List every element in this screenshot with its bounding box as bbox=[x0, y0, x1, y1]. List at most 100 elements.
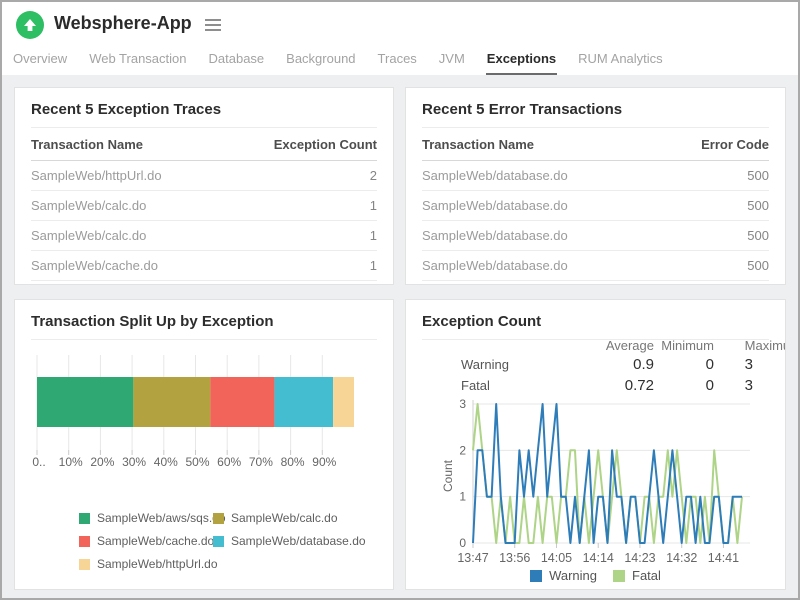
tab-web-transaction[interactable]: Web Transaction bbox=[88, 49, 187, 76]
legend-item-sampleweb-cache-do[interactable]: SampleWeb/cache.do bbox=[79, 534, 213, 548]
legend-swatch bbox=[213, 513, 224, 524]
table-row: SampleWeb/httpUrl.do 2 bbox=[31, 161, 377, 191]
y-axis-title: Count bbox=[441, 459, 455, 492]
hamburger-menu-icon[interactable] bbox=[205, 19, 221, 21]
line-y-tick-label: 2 bbox=[459, 443, 466, 457]
legend-label: SampleWeb/database.do bbox=[231, 534, 366, 548]
bar-x-tick-label: 80% bbox=[281, 455, 305, 469]
app-status-up-icon bbox=[16, 11, 44, 39]
stats-average-value: 0.72 bbox=[564, 377, 654, 394]
bar-x-tick-label: 10% bbox=[59, 455, 83, 469]
bar-segment-sampleweb-httpurl-do bbox=[333, 377, 354, 427]
table-header-row: Transaction NameError Code bbox=[422, 128, 769, 161]
table-row: SampleWeb/database.do 500 bbox=[422, 251, 769, 281]
transaction-name: SampleWeb/httpUrl.do bbox=[31, 168, 162, 183]
legend-swatch bbox=[530, 570, 542, 582]
line-chart-svg: 012313:4713:5614:0514:1414:2314:3214:41C… bbox=[406, 396, 786, 568]
table-row: SampleWeb/cache.do1 bbox=[31, 251, 377, 281]
bar-x-tick-label: 90% bbox=[312, 455, 336, 469]
stats-row-fatal: Fatal0.7203 bbox=[406, 375, 786, 396]
transaction-name: SampleWeb/database.do bbox=[422, 258, 568, 273]
transaction-name: SampleWeb/database.do bbox=[422, 168, 568, 183]
stats-header-row: AverageMinimumMaximum bbox=[406, 336, 786, 354]
panel-transaction-split: Transaction Split Up by Exception 0..10%… bbox=[14, 299, 394, 590]
legend-item-warning[interactable]: Warning bbox=[530, 568, 597, 583]
transaction-name: SampleWeb/database.do bbox=[422, 198, 568, 213]
tab-overview[interactable]: Overview bbox=[12, 49, 68, 76]
table-row: SampleWeb/database.do500 bbox=[422, 281, 769, 285]
tab-exceptions[interactable]: Exceptions bbox=[486, 49, 557, 76]
row-value: 2 bbox=[370, 168, 377, 183]
bar-segment-sampleweb-cache-do bbox=[210, 377, 274, 427]
stats-maximum-value: 3 bbox=[714, 377, 786, 394]
dashboard-content: Recent 5 Exception Traces Transaction Na… bbox=[2, 75, 798, 598]
column-header: Exception Count bbox=[274, 137, 377, 152]
stacked-bar-svg: 0..10%20%30%40%50%60%70%80%90% bbox=[27, 348, 383, 473]
stacked-bar-chart: 0..10%20%30%40%50%60%70%80%90% bbox=[27, 348, 383, 478]
line-x-tick-label: 14:32 bbox=[666, 551, 697, 565]
tab-database[interactable]: Database bbox=[208, 49, 266, 76]
up-arrow-icon bbox=[23, 18, 37, 32]
panel-title: Recent 5 Exception Traces bbox=[31, 88, 377, 128]
legend-label: SampleWeb/httpUrl.do bbox=[97, 557, 218, 571]
app-window: Websphere-App OverviewWeb TransactionDat… bbox=[0, 0, 800, 600]
bar-x-tick-label: 30% bbox=[122, 455, 146, 469]
bar-segment-sampleweb-calc-do bbox=[133, 377, 210, 427]
tab-rum-analytics[interactable]: RUM Analytics bbox=[577, 49, 664, 76]
stats-row-warning: Warning0.903 bbox=[406, 354, 786, 375]
legend-item-sampleweb-aws-sqs-do[interactable]: SampleWeb/aws/sqs.do bbox=[79, 511, 213, 525]
tab-traces[interactable]: Traces bbox=[377, 49, 418, 76]
row-value: 500 bbox=[747, 258, 769, 273]
stats-col-minimum: Minimum bbox=[654, 338, 714, 353]
panel-title: Exception Count bbox=[422, 300, 769, 340]
bar-x-tick-label: 70% bbox=[249, 455, 273, 469]
legend-item-fatal[interactable]: Fatal bbox=[613, 568, 661, 583]
bar-x-tick-label: 50% bbox=[185, 455, 209, 469]
stats-col-maximum: Maximum bbox=[714, 338, 786, 353]
table-row: SampleWeb/database.do500 bbox=[422, 191, 769, 221]
line-x-tick-label: 13:47 bbox=[457, 551, 488, 565]
line-y-tick-label: 3 bbox=[459, 397, 466, 411]
exception-count-line-chart: 012313:4713:5614:0514:1414:2314:3214:41C… bbox=[406, 396, 786, 573]
bar-x-tick-label: 60% bbox=[217, 455, 241, 469]
table-row: SampleWeb/database.do 500 bbox=[422, 161, 769, 191]
panel-title: Recent 5 Error Transactions bbox=[422, 88, 769, 128]
line-x-tick-label: 14:05 bbox=[541, 551, 572, 565]
column-header: Transaction Name bbox=[422, 137, 534, 152]
exception-traces-table: Transaction NameException CountSampleWeb… bbox=[31, 128, 377, 285]
transaction-name: SampleWeb/cache.do bbox=[31, 258, 158, 273]
table-row: SampleWeb/database.do 500 bbox=[422, 221, 769, 251]
transaction-name: SampleWeb/database.do bbox=[422, 228, 568, 243]
line-y-tick-label: 0 bbox=[459, 536, 466, 550]
legend-swatch bbox=[79, 536, 90, 547]
tab-background[interactable]: Background bbox=[285, 49, 356, 76]
legend-item-sampleweb-httpurl-do[interactable]: SampleWeb/httpUrl.do bbox=[79, 557, 213, 571]
tab-bar: Overview Web Transaction Database Backgroun… bbox=[12, 49, 664, 76]
legend-swatch bbox=[213, 536, 224, 547]
legend-swatch bbox=[79, 513, 90, 524]
panel-recent-error-transactions: Recent 5 Error Transactions Transaction … bbox=[405, 87, 786, 285]
row-value: 500 bbox=[747, 228, 769, 243]
series-line-fatal bbox=[473, 404, 742, 543]
bar-x-tick-label: 0.. bbox=[32, 455, 45, 469]
stats-series-label: Warning bbox=[406, 357, 564, 372]
exception-count-stats-table: AverageMinimumMaximumWarning0.903Fatal0.… bbox=[406, 336, 786, 396]
legend-item-sampleweb-calc-do[interactable]: SampleWeb/calc.do bbox=[213, 511, 366, 525]
line-x-tick-label: 14:41 bbox=[708, 551, 739, 565]
panel-recent-exception-traces: Recent 5 Exception Traces Transaction Na… bbox=[14, 87, 394, 285]
bar-segment-sampleweb-aws-sqs-do bbox=[37, 377, 133, 427]
tab-jvm[interactable]: JVM bbox=[438, 49, 466, 76]
bar-x-tick-label: 40% bbox=[154, 455, 178, 469]
stats-series-label: Fatal bbox=[406, 378, 564, 393]
legend-label: SampleWeb/calc.do bbox=[231, 511, 338, 525]
line-x-tick-label: 14:14 bbox=[583, 551, 614, 565]
line-x-tick-label: 13:56 bbox=[499, 551, 530, 565]
legend-item-sampleweb-database-do[interactable]: SampleWeb/database.do bbox=[213, 534, 366, 548]
line-y-tick-label: 1 bbox=[459, 490, 466, 504]
legend-label: SampleWeb/cache.do bbox=[97, 534, 214, 548]
line-chart-legend: Warning Fatal bbox=[406, 568, 785, 583]
row-value: 500 bbox=[747, 168, 769, 183]
legend-swatch bbox=[613, 570, 625, 582]
app-header: Websphere-App OverviewWeb TransactionDat… bbox=[2, 2, 798, 75]
transaction-name: SampleWeb/calc.do bbox=[31, 198, 146, 213]
